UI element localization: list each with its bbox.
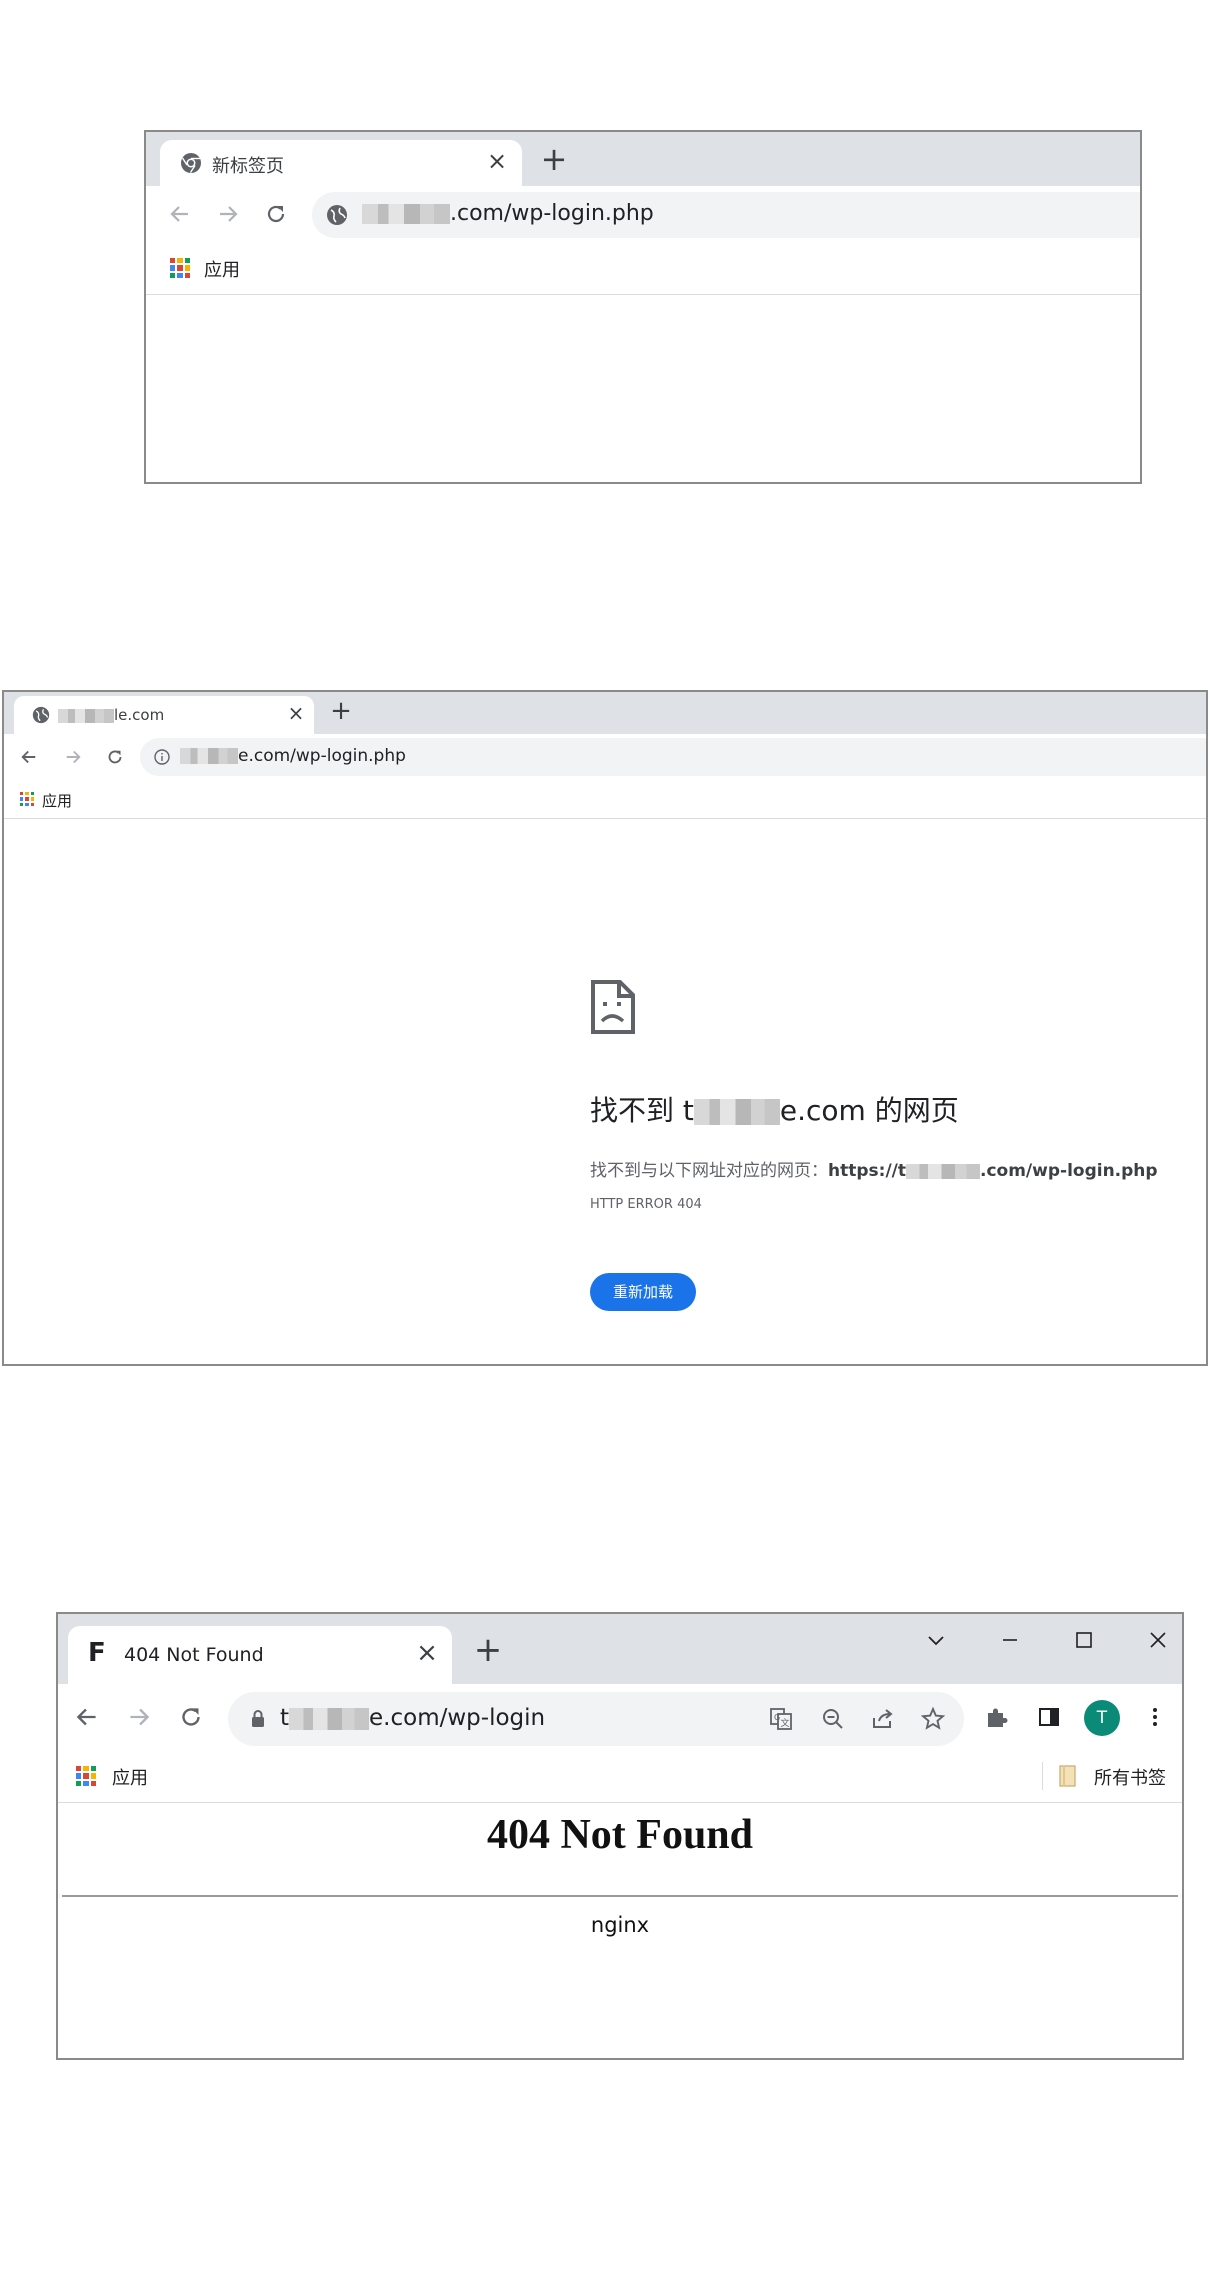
tab-close-button[interactable]: × [286,701,306,725]
window-close-button[interactable] [1146,1628,1170,1652]
reload-button[interactable] [176,1702,206,1732]
toolbar: t e.com/wp-login G文 T [58,1684,1182,1750]
chrome-icon [180,152,202,174]
nginx-404-page: 404 Not Found nginx [58,1803,1182,2058]
url-text[interactable]: .com/wp-login.php [362,201,654,226]
site-info-icon[interactable] [326,204,348,226]
tab-new-tab[interactable]: 新标签页 × [160,140,522,186]
share-icon[interactable] [870,1706,896,1732]
tab-close-button[interactable]: × [414,1638,440,1668]
tab-close-button[interactable]: × [484,147,510,175]
browser-window-nginx-404: F 404 Not Found × + t e.com/wp-login G 文… [56,1612,1184,2060]
tab-search-chevron-icon[interactable] [924,1628,948,1652]
redacted-domain [180,748,238,764]
new-tab-button[interactable]: + [326,696,356,726]
bookmarks-divider [1042,1762,1043,1790]
address-bar[interactable]: .com/wp-login.php [312,192,1140,238]
error-heading: 找不到 t e.com 的网页 [590,1094,959,1127]
horizontal-rule [62,1895,1178,1897]
toolbar: .com/wp-login.php [146,186,1140,242]
error-detail: 找不到与以下网址对应的网页：https://t .com/wp-login.php [590,1161,1158,1181]
apps-icon[interactable] [20,792,34,806]
url-text[interactable]: t e.com/wp-login [280,1705,545,1731]
svg-text:G: G [774,1713,780,1722]
bookmark-star-icon[interactable] [920,1706,946,1732]
tab-title: 新标签页 [212,156,284,177]
apps-icon[interactable] [170,258,190,278]
profile-avatar[interactable]: T [1084,1700,1120,1736]
minimize-button[interactable] [998,1628,1022,1652]
tab-404-not-found[interactable]: F 404 Not Found × [68,1626,452,1684]
page-content-blank [146,295,1140,482]
tab-title: 404 Not Found [124,1644,264,1666]
tab-title: le.com [58,706,164,724]
bookmarks-bar: 应用 [146,242,1140,295]
error-page: 找不到 t e.com 的网页 找不到与以下网址对应的网页：https://t .c… [4,819,1206,1364]
globe-icon [32,706,50,724]
new-tab-button[interactable]: + [536,140,572,178]
back-button[interactable] [166,200,194,228]
f-favicon: F [88,1638,106,1668]
translate-icon[interactable]: G文 [768,1706,794,1732]
menu-kebab-icon[interactable] [1142,1704,1168,1730]
lock-icon[interactable] [250,1709,266,1729]
side-panel-icon[interactable] [1036,1704,1062,1730]
browser-window-dns-error: le.com × + e.com/wp-login.php 应用 找不到 t e… [2,690,1208,1366]
redacted-domain [289,1707,370,1730]
page-heading: 404 Not Found [486,1812,754,1858]
toolbar: e.com/wp-login.php [4,734,1206,780]
bookmarks-bar: 应用 所有书签 [58,1750,1182,1803]
zoom-out-icon[interactable] [820,1706,846,1732]
reload-page-button[interactable]: 重新加载 [590,1273,696,1311]
forward-button[interactable] [124,1702,154,1732]
url-text[interactable]: e.com/wp-login.php [180,746,406,766]
maximize-button[interactable] [1072,1628,1096,1652]
reload-button[interactable] [262,200,290,228]
info-icon[interactable] [154,749,170,765]
bookmark-apps[interactable]: 应用 [42,790,72,811]
new-tab-button[interactable]: + [468,1630,508,1670]
apps-icon[interactable] [76,1766,96,1786]
server-name: nginx [590,1913,650,1937]
bookmark-apps[interactable]: 应用 [112,1764,148,1790]
bookmarks-bar: 应用 [4,780,1206,819]
bookmark-apps[interactable]: 应用 [204,256,240,282]
back-button[interactable] [18,746,40,768]
back-button[interactable] [72,1702,102,1732]
svg-text:文: 文 [781,1717,790,1729]
folder-icon [1058,1764,1078,1788]
error-code: HTTP ERROR 404 [590,1197,702,1212]
address-bar[interactable]: t e.com/wp-login G文 [228,1692,964,1746]
forward-button[interactable] [62,746,84,768]
address-bar[interactable]: e.com/wp-login.php [140,738,1206,776]
reload-button[interactable] [104,746,126,768]
tab-site[interactable]: le.com × [14,696,314,734]
forward-button[interactable] [214,200,242,228]
all-bookmarks[interactable]: 所有书签 [1094,1764,1166,1790]
redacted-domain [693,1099,780,1125]
extensions-icon[interactable] [984,1704,1010,1730]
redacted-domain [906,1163,980,1179]
browser-window-new-tab: 新标签页 × + .com/wp-login.php 应用 [144,130,1142,484]
redacted-domain [362,204,450,224]
sad-document-icon [590,979,636,1035]
redacted-domain [58,708,114,723]
